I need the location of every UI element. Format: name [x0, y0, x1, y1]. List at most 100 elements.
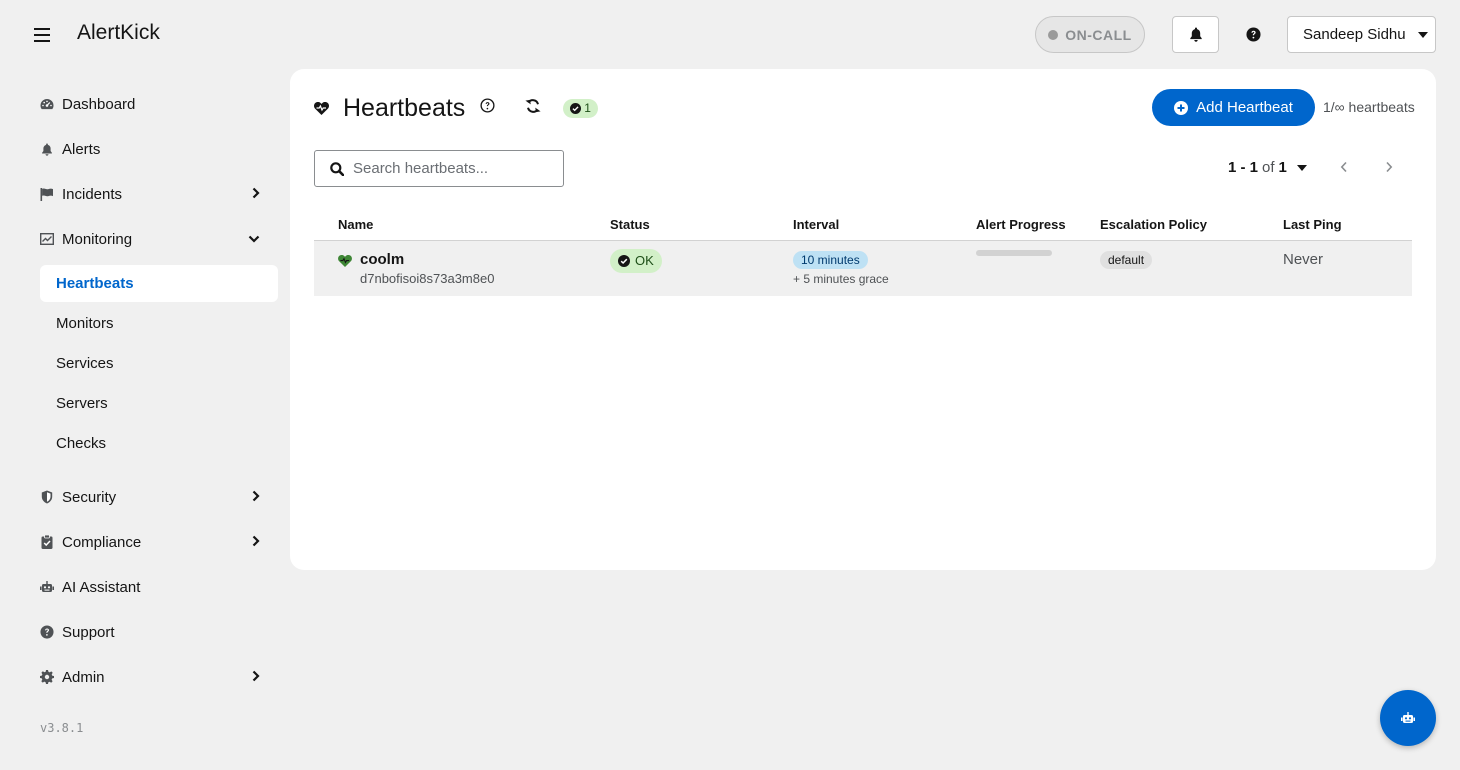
- status-badge: OK: [610, 248, 662, 273]
- caret-down-icon: [1296, 164, 1307, 171]
- search-input[interactable]: [353, 160, 553, 177]
- pagination-total: 1: [1278, 159, 1287, 176]
- question-circle-outline-icon[interactable]: [480, 98, 495, 118]
- chevron-right-icon: [252, 670, 260, 682]
- chevron-right-icon: [252, 490, 260, 502]
- app-version: v3.8.1: [40, 721, 84, 735]
- shield-icon: [40, 490, 54, 504]
- plus-circle-icon: [1174, 100, 1189, 115]
- cell-escalation-policy: default: [1100, 240, 1283, 296]
- sidebar-item-label: Incidents: [62, 185, 123, 203]
- grace-period: + 5 minutes grace: [793, 271, 889, 286]
- column-header-name[interactable]: Name: [314, 209, 610, 241]
- sidebar-item-alerts[interactable]: Alerts: [40, 137, 270, 161]
- status-label: OK: [635, 253, 654, 268]
- add-heartbeat-button[interactable]: Add Heartbeat: [1152, 89, 1315, 126]
- refresh-icon[interactable]: [525, 98, 541, 119]
- sidebar-subitem-monitors[interactable]: Monitors: [40, 305, 278, 342]
- question-circle-icon: [40, 625, 54, 639]
- column-header-interval[interactable]: Interval: [793, 209, 976, 241]
- ai-assistant-fab[interactable]: [1380, 690, 1436, 746]
- last-ping-value: Never: [1283, 250, 1324, 268]
- brand-logo[interactable]: AlertKick: [77, 21, 160, 45]
- on-call-status-dot: [1048, 29, 1059, 40]
- main-card: Heartbeats 1 Add Heartbeat 1/∞ heartbeat…: [290, 69, 1436, 570]
- check-circle-icon: [618, 254, 630, 267]
- chevron-right-icon: [252, 187, 260, 199]
- ok-count: 1: [584, 101, 591, 115]
- cell-alert-progress: [976, 240, 1100, 296]
- heartbeats-table: Name Status Interval Alert Progress Esca…: [314, 209, 1412, 296]
- notifications-button[interactable]: [1172, 16, 1219, 53]
- sidebar-item-support[interactable]: Support: [40, 620, 270, 644]
- page-header: Heartbeats 1: [314, 93, 598, 123]
- column-header-last-ping[interactable]: Last Ping: [1283, 209, 1412, 241]
- sidebar-item-security[interactable]: Security: [40, 485, 270, 509]
- sidebar-item-label: Alerts: [62, 140, 101, 158]
- question-circle-icon: [1245, 26, 1261, 42]
- hamburger-menu-icon[interactable]: [34, 24, 50, 44]
- sidebar-item-label: Compliance: [62, 533, 142, 551]
- clipboard-check-icon: [40, 535, 54, 549]
- cell-name: coolm d7nbofisoi8s73a3m8e0: [314, 240, 610, 296]
- interval-badge: 10 minutes: [793, 250, 868, 269]
- bell-icon: [1189, 27, 1202, 42]
- robot-icon: [1401, 712, 1415, 723]
- gear-icon: [40, 670, 54, 684]
- sidebar-item-label: Security: [62, 488, 117, 506]
- sidebar-subitem-servers[interactable]: Servers: [40, 385, 278, 422]
- sidebar-item-incidents[interactable]: Incidents: [40, 182, 270, 206]
- pagination-of: of: [1262, 159, 1275, 176]
- escalation-policy-badge: default: [1100, 250, 1153, 269]
- cell-last-ping: Never: [1283, 240, 1412, 296]
- sidebar-item-ai-assistant[interactable]: AI Assistant: [40, 575, 270, 599]
- heartbeat-quota: 1/∞ heartbeats: [1323, 99, 1415, 115]
- sidebar-subitem-services[interactable]: Services: [40, 345, 278, 382]
- cell-status: OK: [610, 240, 793, 296]
- check-circle-icon: [570, 102, 582, 114]
- column-header-alert-progress[interactable]: Alert Progress: [976, 209, 1100, 241]
- heartbeat-icon: [314, 101, 329, 115]
- sidebar-subitem-checks[interactable]: Checks: [40, 425, 278, 462]
- column-header-status[interactable]: Status: [610, 209, 793, 241]
- user-name: Sandeep Sidhu: [1303, 26, 1406, 43]
- column-header-escalation-policy[interactable]: Escalation Policy: [1100, 209, 1283, 241]
- ok-count-badge: 1: [563, 98, 598, 118]
- search-box[interactable]: [314, 150, 564, 187]
- table-row[interactable]: coolm d7nbofisoi8s73a3m8e0 OK 10 minutes…: [314, 240, 1412, 296]
- sidebar-item-label: AI Assistant: [62, 578, 141, 596]
- sidebar: Dashboard Alerts Incidents Monitoring He…: [0, 68, 290, 770]
- cell-interval: 10 minutes + 5 minutes grace: [793, 240, 976, 296]
- monitoring-chart-icon: [40, 232, 54, 246]
- heartbeat-name[interactable]: coolm: [360, 251, 494, 268]
- chevron-down-icon: [248, 235, 260, 243]
- help-button[interactable]: [1241, 22, 1265, 46]
- chevron-right-icon: [252, 535, 260, 547]
- alert-progress-bar: [976, 249, 1052, 256]
- sidebar-item-admin[interactable]: Admin: [40, 665, 270, 689]
- sidebar-item-label: Support: [62, 623, 115, 641]
- sidebar-item-label: Admin: [62, 668, 105, 686]
- sidebar-subitem-heartbeats[interactable]: Heartbeats: [40, 265, 278, 302]
- table-header-row: Name Status Interval Alert Progress Esca…: [314, 209, 1412, 241]
- sidebar-item-monitoring[interactable]: Monitoring: [40, 227, 270, 251]
- top-bar: AlertKick ON-CALL Sandeep Sidhu: [0, 0, 1460, 68]
- on-call-toggle[interactable]: ON-CALL: [1035, 16, 1145, 53]
- add-heartbeat-label: Add Heartbeat: [1196, 99, 1293, 116]
- sidebar-item-dashboard[interactable]: Dashboard: [40, 92, 270, 116]
- next-page-icon[interactable]: [1385, 161, 1393, 173]
- user-menu-dropdown[interactable]: Sandeep Sidhu: [1287, 16, 1436, 53]
- heartbeat-healthy-icon: [338, 254, 352, 267]
- sidebar-item-label: Monitoring: [62, 230, 133, 248]
- sidebar-item-compliance[interactable]: Compliance: [40, 530, 270, 554]
- sidebar-item-label: Dashboard: [62, 95, 136, 113]
- flag-icon: [40, 187, 54, 201]
- page-title: Heartbeats: [343, 93, 466, 122]
- pagination-dropdown[interactable]: 1 - 1 of 1: [1228, 159, 1307, 176]
- caret-down-icon: [1417, 31, 1428, 38]
- previous-page-icon[interactable]: [1340, 161, 1348, 173]
- pagination-range: 1 - 1: [1228, 159, 1259, 176]
- robot-icon: [40, 580, 54, 594]
- bell-icon: [40, 142, 54, 156]
- heartbeat-id: d7nbofisoi8s73a3m8e0: [360, 270, 495, 286]
